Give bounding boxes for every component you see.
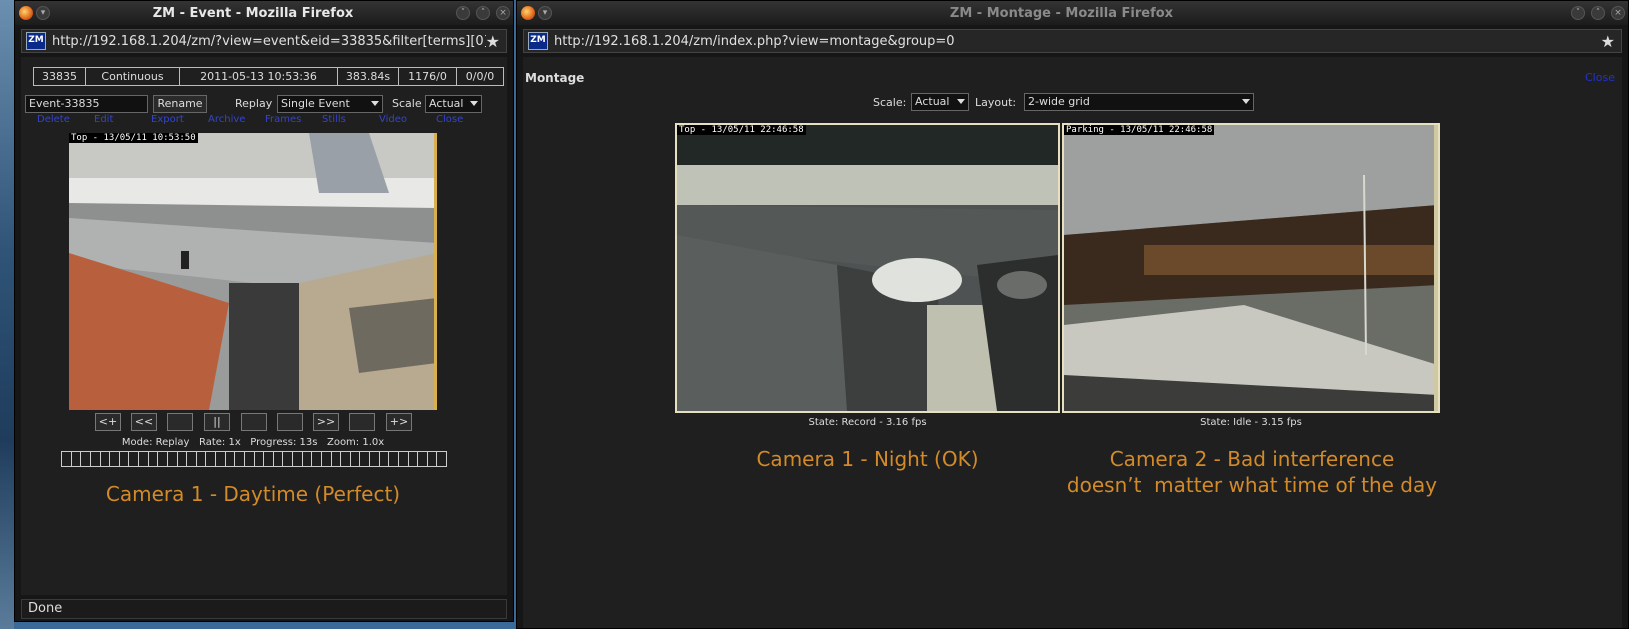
event-id: 33835 (34, 68, 86, 85)
montage-titlebar: ▾ ZM - Montage - Mozilla Firefox ˅ ˄ × (517, 1, 1628, 25)
maximize-icon[interactable]: ˄ (476, 6, 490, 20)
scale-select[interactable]: Actual (911, 93, 969, 111)
night-caption: Camera 1 - Night (OK) (756, 447, 979, 471)
frame-timestamp: Top - 13/05/11 22:46:58 (677, 125, 806, 135)
rename-button[interactable]: Rename (153, 95, 207, 113)
url-text[interactable]: http://192.168.1.204/zm/?view=event&eid=… (52, 34, 486, 49)
close-link[interactable]: Close (436, 114, 493, 125)
daytime-caption: Camera 1 - Daytime (Perfect) (105, 482, 401, 506)
stills-link[interactable]: Stills (322, 114, 379, 125)
chevron-down-icon (957, 99, 965, 104)
daytime-camera-image (69, 133, 437, 410)
step-back-button[interactable] (167, 413, 193, 431)
monitor-top-frame[interactable]: Top - 13/05/11 22:46:58 (675, 123, 1060, 413)
fast-forward-button[interactable]: >> (313, 413, 339, 431)
window-title: ZM - Event - Mozilla Firefox (152, 5, 354, 21)
window-menu-icon[interactable]: ▾ (36, 6, 50, 20)
layout-value: 2-wide grid (1028, 95, 1090, 108)
bookmark-star-icon[interactable]: ★ (486, 32, 500, 51)
url-bar[interactable]: ZM http://192.168.1.204/zm/index.php?vie… (523, 29, 1622, 53)
monitor-top-state: State: Record - 3.16 fps (808, 417, 927, 428)
parking-camera-image (1064, 125, 1438, 411)
firefox-icon (19, 6, 33, 20)
bookmark-star-icon[interactable]: ★ (1601, 32, 1615, 51)
export-link[interactable]: Export (151, 114, 208, 125)
montage-close-link[interactable]: Close (1585, 71, 1615, 84)
close-icon[interactable]: × (496, 6, 510, 20)
zm-favicon-icon: ZM (528, 32, 548, 50)
blank-button[interactable] (349, 413, 375, 431)
event-info-table: 33835 Continuous 2011-05-13 10:53:36 383… (33, 67, 504, 86)
event-duration: 383.84s (338, 68, 399, 85)
scale-label: Scale: (873, 96, 907, 109)
last-frame-button[interactable]: +> (386, 413, 412, 431)
step-forward-button[interactable] (277, 413, 303, 431)
chevron-down-icon (470, 101, 478, 106)
window-title: ZM - Montage - Mozilla Firefox (949, 5, 1174, 21)
firefox-icon (521, 6, 535, 20)
event-links: Delete Edit Export Archive Frames Stills… (37, 114, 493, 125)
minimize-icon[interactable]: ˅ (1571, 6, 1585, 20)
event-video-frame: Top - 13/05/11 10:53:50 (69, 133, 437, 410)
mode-status: Mode: Replay Rate: 1x Progress: 13s Zoom… (121, 437, 385, 448)
event-window: ▾ ZM - Event - Mozilla Firefox ˅ ˄ × ZM … (14, 0, 514, 622)
close-icon[interactable]: × (1611, 6, 1625, 20)
monitor-parking-state: State: Idle - 3.15 fps (1200, 417, 1302, 428)
interference-caption-line1: Camera 2 - Bad interference (1109, 447, 1395, 471)
desktop-background (0, 0, 14, 629)
frames-link[interactable]: Frames (265, 114, 322, 125)
minimize-icon[interactable]: ˅ (456, 6, 470, 20)
layout-select[interactable]: 2-wide grid (1024, 93, 1254, 111)
replay-label: Replay (235, 97, 273, 110)
event-titlebar: ▾ ZM - Event - Mozilla Firefox ˅ ˄ × (15, 1, 513, 25)
night-camera-image (677, 125, 1058, 411)
scale-label: Scale (392, 97, 422, 110)
replay-select[interactable]: Single Event (277, 95, 383, 113)
monitor-parking-frame[interactable]: Parking - 13/05/11 22:46:58 (1062, 123, 1440, 413)
url-bar[interactable]: ZM http://192.168.1.204/zm/?view=event&e… (21, 29, 507, 53)
window-menu-icon[interactable]: ▾ (538, 6, 552, 20)
chevron-down-icon (371, 101, 379, 106)
play-button[interactable] (241, 413, 267, 431)
event-frames: 1176/0 (399, 68, 457, 85)
frame-timestamp: Top - 13/05/11 10:53:50 (69, 133, 198, 143)
event-name-input[interactable]: Event-33835 (25, 95, 148, 113)
delete-link[interactable]: Delete (37, 114, 94, 125)
progress-bar[interactable] (61, 451, 447, 467)
chevron-down-icon (1242, 99, 1250, 104)
layout-label: Layout: (975, 96, 1017, 109)
url-text[interactable]: http://192.168.1.204/zm/index.php?view=m… (554, 34, 1601, 49)
pause-button[interactable]: || (204, 413, 230, 431)
frame-timestamp: Parking - 13/05/11 22:46:58 (1064, 125, 1215, 135)
montage-heading: Montage (525, 71, 585, 85)
event-cause: Continuous (86, 68, 180, 85)
event-score: 0/0/0 (465, 70, 495, 83)
event-time: 2011-05-13 10:53:36 (180, 68, 338, 85)
rewind-button[interactable]: << (131, 413, 157, 431)
replay-value: Single Event (281, 97, 350, 110)
first-frame-button[interactable]: <+ (95, 413, 121, 431)
archive-link[interactable]: Archive (208, 114, 265, 125)
interference-caption-line2: doesn’t matter what time of the day (1066, 473, 1438, 497)
scale-value: Actual (915, 95, 950, 108)
zm-favicon-icon: ZM (26, 32, 46, 50)
montage-window: ▾ ZM - Montage - Mozilla Firefox ˅ ˄ × Z… (516, 0, 1629, 629)
scale-value: Actual (429, 97, 464, 110)
edit-link[interactable]: Edit (94, 114, 151, 125)
scale-select[interactable]: Actual (425, 95, 482, 113)
video-link[interactable]: Video (379, 114, 436, 125)
status-bar: Done (21, 599, 507, 619)
maximize-icon[interactable]: ˄ (1591, 6, 1605, 20)
